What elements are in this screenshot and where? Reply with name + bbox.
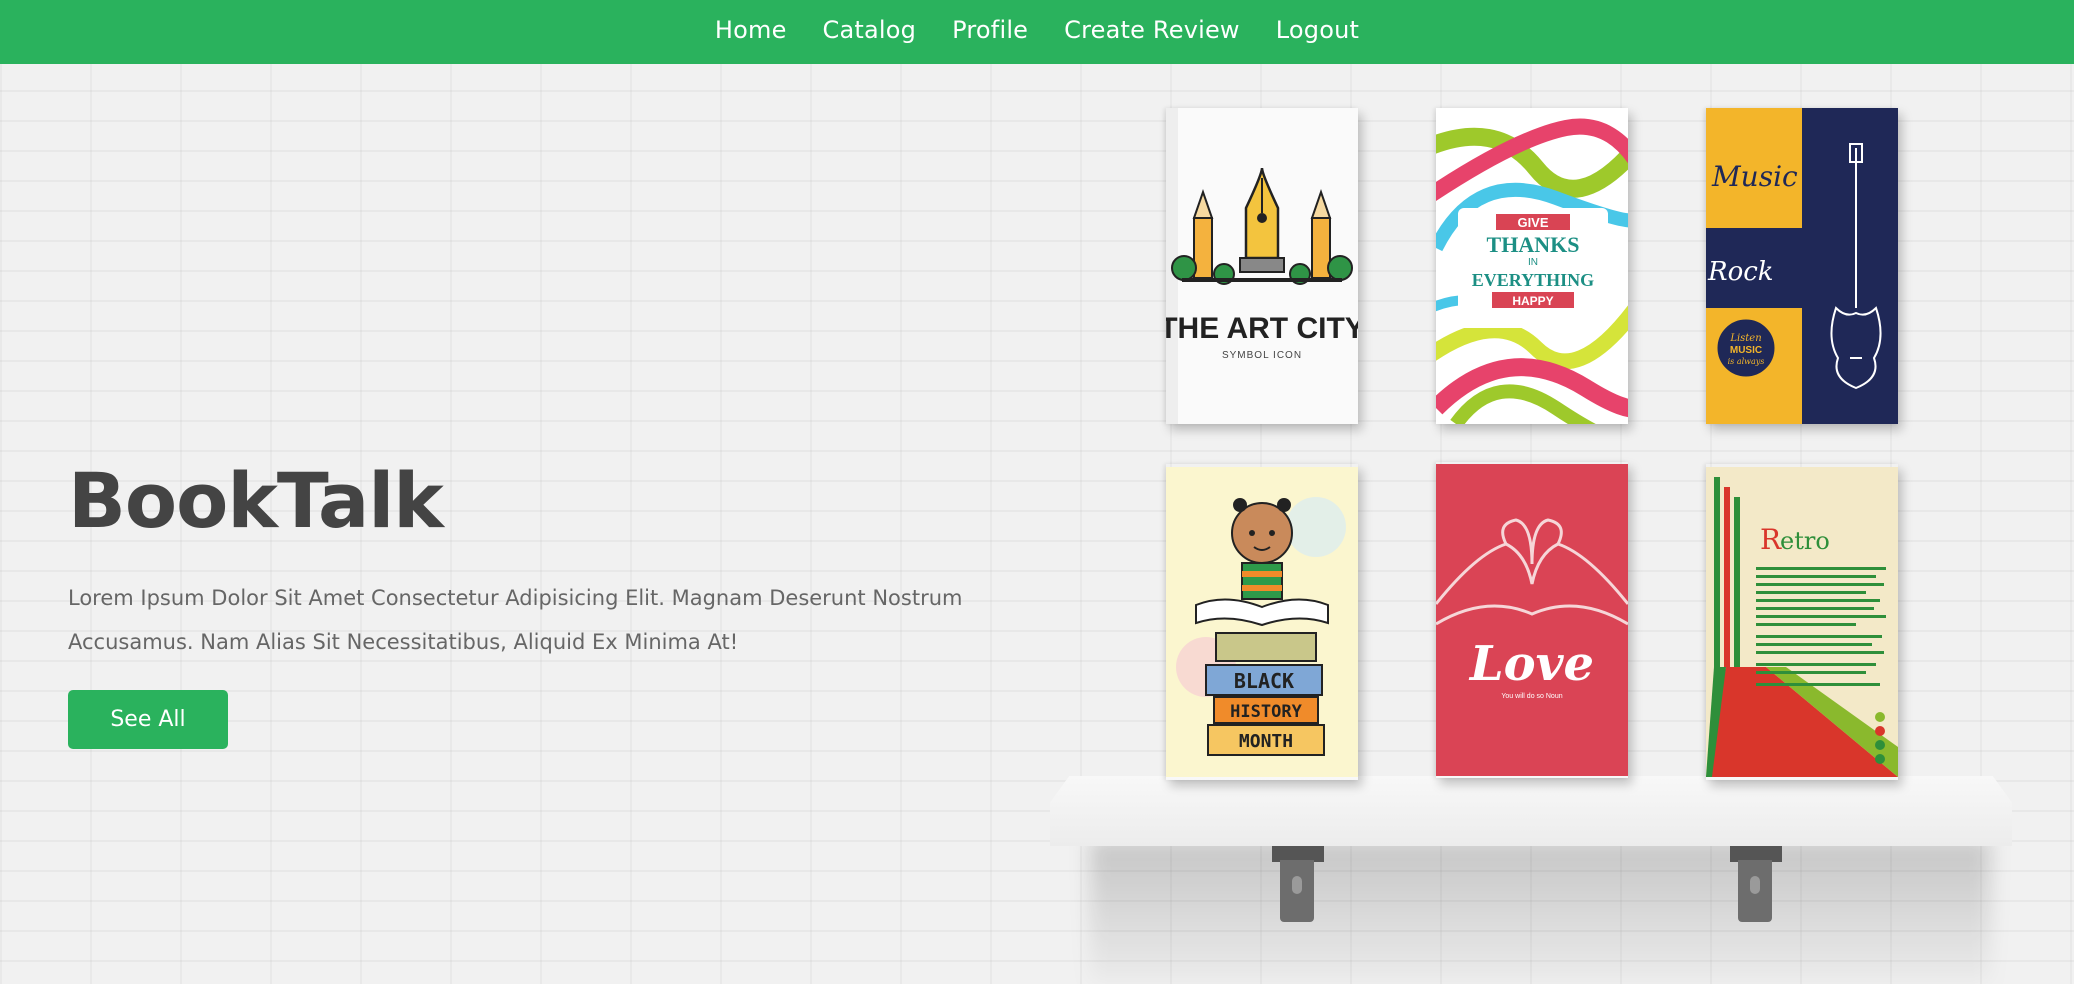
svg-text:Love: Love bbox=[1468, 636, 1594, 692]
shelf-bracket-left bbox=[1272, 846, 1324, 926]
see-all-button[interactable]: See All bbox=[68, 690, 228, 749]
book-black-history-cover[interactable]: BLACK HISTORY MONTH bbox=[1166, 464, 1358, 780]
nav-links: Home Catalog Profile Create Review Logou… bbox=[715, 16, 1359, 44]
svg-text:Music: Music bbox=[1711, 160, 1798, 193]
svg-text:R: R bbox=[1760, 523, 1782, 556]
nav-home-link[interactable]: Home bbox=[715, 16, 787, 44]
shelf-shadow bbox=[1090, 840, 1990, 984]
shelf-bracket-right bbox=[1730, 846, 1782, 926]
svg-text:EVERYTHING: EVERYTHING bbox=[1472, 270, 1594, 290]
music-rock-illustration: Music Rock Listen MUSIC is always bbox=[1706, 108, 1898, 424]
art-city-illustration: THE ART CITY SYMBOL ICON bbox=[1166, 108, 1358, 424]
svg-text:HISTORY: HISTORY bbox=[1230, 702, 1302, 722]
svg-text:BLACK: BLACK bbox=[1234, 669, 1294, 693]
svg-text:HAPPY: HAPPY bbox=[1512, 294, 1553, 308]
hero-title: BookTalk bbox=[68, 456, 444, 545]
top-navbar: Home Catalog Profile Create Review Logou… bbox=[0, 0, 2074, 64]
give-thanks-illustration: GIVE THANKS IN EVERYTHING HAPPY bbox=[1436, 108, 1628, 424]
book-give-thanks-cover[interactable]: GIVE THANKS IN EVERYTHING HAPPY bbox=[1436, 108, 1628, 424]
svg-text:IN: IN bbox=[1528, 257, 1538, 268]
black-history-illustration: BLACK HISTORY MONTH bbox=[1166, 467, 1358, 777]
svg-text:SYMBOL ICON: SYMBOL ICON bbox=[1222, 350, 1302, 361]
art-city-title-text: THE ART CITY bbox=[1166, 312, 1358, 345]
nav-profile-link[interactable]: Profile bbox=[952, 16, 1028, 44]
retro-illustration: R etro bbox=[1706, 467, 1898, 777]
svg-text:THANKS: THANKS bbox=[1487, 232, 1580, 257]
svg-text:is always: is always bbox=[1728, 357, 1765, 366]
love-illustration: Love You will do so Noun bbox=[1436, 464, 1628, 776]
svg-text:Listen: Listen bbox=[1729, 333, 1761, 344]
book-music-rock-cover[interactable]: Music Rock Listen MUSIC is always bbox=[1706, 108, 1898, 424]
bookshelf bbox=[1050, 776, 2012, 846]
nav-create-review-link[interactable]: Create Review bbox=[1064, 16, 1240, 44]
nav-logout-link[interactable]: Logout bbox=[1276, 16, 1359, 44]
svg-text:etro: etro bbox=[1780, 527, 1830, 555]
svg-text:You will do so Noun: You will do so Noun bbox=[1501, 693, 1562, 700]
book-art-city-cover[interactable]: THE ART CITY SYMBOL ICON bbox=[1166, 108, 1358, 424]
svg-text:Rock: Rock bbox=[1707, 257, 1774, 287]
book-love-cover[interactable]: Love You will do so Noun bbox=[1436, 462, 1628, 778]
book-retro-cover[interactable]: R etro bbox=[1706, 464, 1898, 780]
svg-text:MONTH: MONTH bbox=[1239, 731, 1293, 752]
nav-catalog-link[interactable]: Catalog bbox=[823, 16, 917, 44]
svg-text:MUSIC: MUSIC bbox=[1730, 345, 1762, 356]
hero-description: Lorem Ipsum Dolor Sit Amet Consectetur A… bbox=[68, 586, 963, 654]
svg-text:GIVE: GIVE bbox=[1517, 215, 1548, 230]
